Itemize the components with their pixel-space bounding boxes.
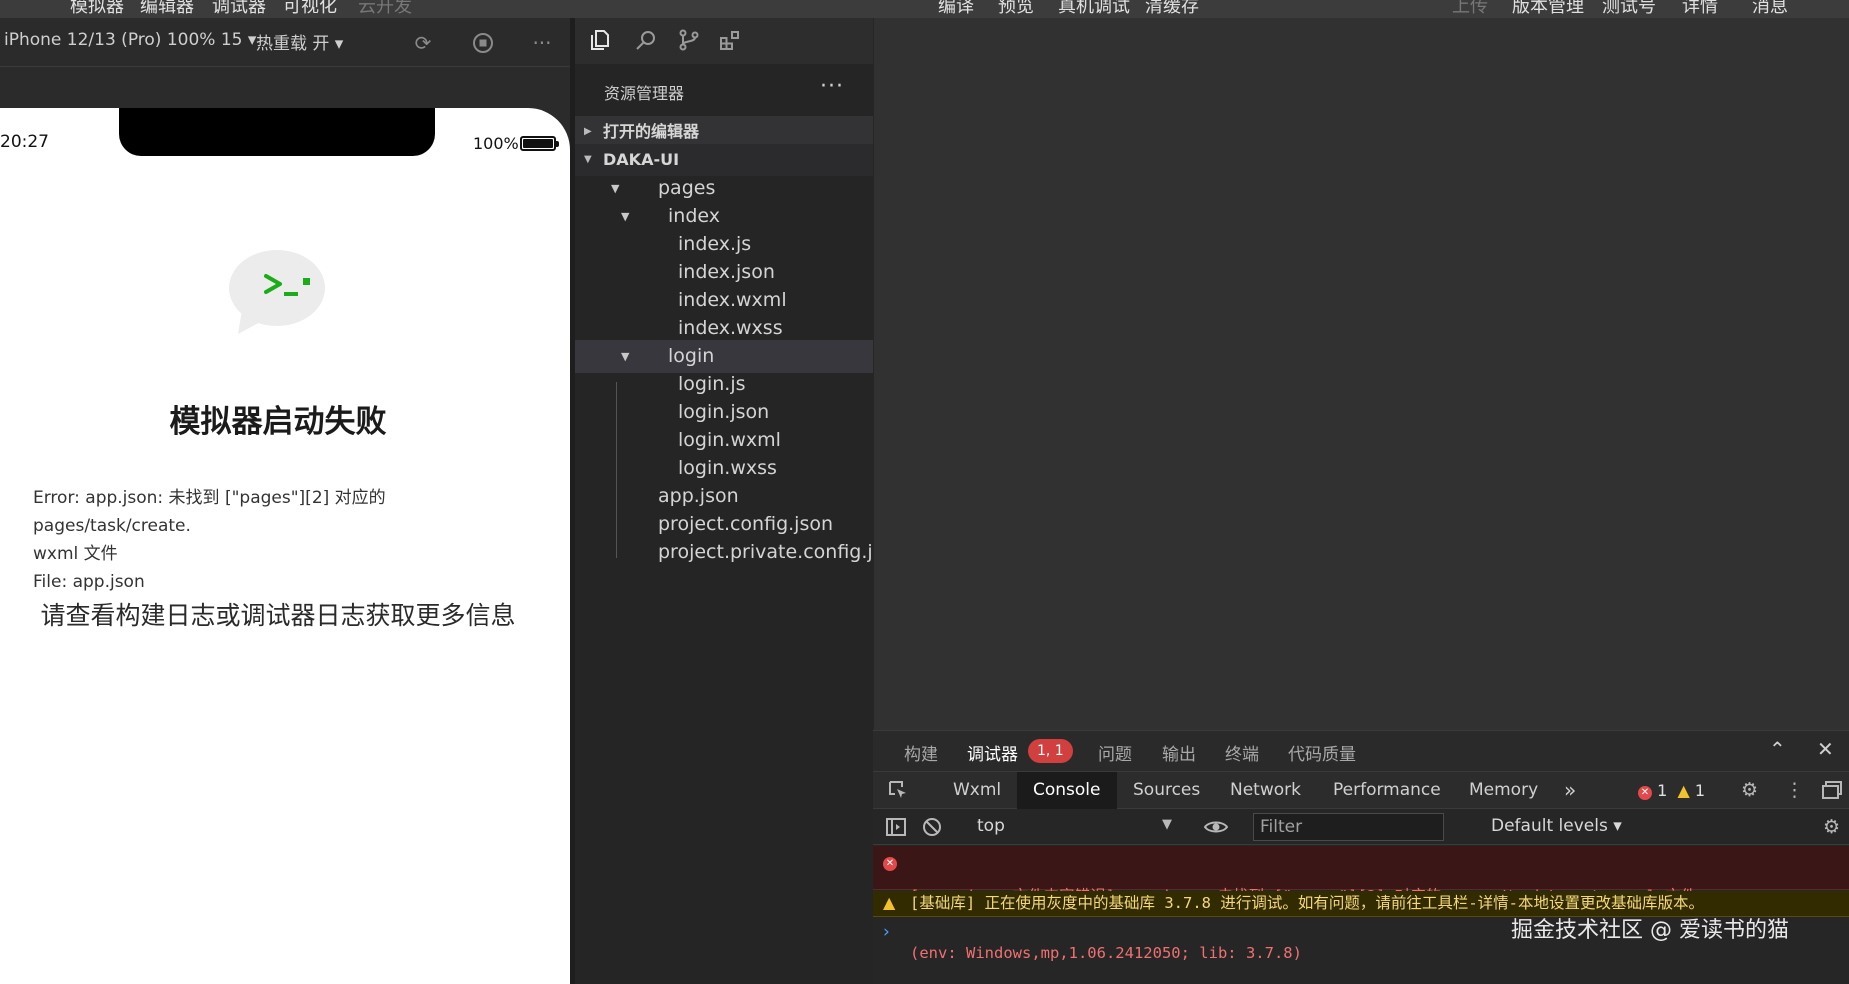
tab-sources[interactable]: Sources bbox=[1133, 772, 1200, 809]
context-select[interactable]: top bbox=[977, 816, 1005, 836]
tab-memory[interactable]: Memory bbox=[1469, 772, 1538, 809]
real-device-debug-button[interactable]: 真机调试 bbox=[1058, 0, 1130, 18]
status-time: 20:27 bbox=[0, 132, 49, 152]
close-icon[interactable]: ✕ bbox=[1817, 737, 1834, 761]
menu-cloud[interactable]: 云开发 bbox=[358, 0, 412, 18]
error-message-line: (env: Windows,mp,1.06.2412050; lib: 3.7.… bbox=[910, 944, 1302, 962]
simulator-fail-title: 模拟器启动失败 bbox=[169, 404, 387, 440]
chevron-up-icon[interactable]: ⌃ bbox=[1769, 737, 1786, 761]
extensions-icon[interactable] bbox=[717, 28, 743, 54]
simulator-pane: iPhone 12/13 (Pro) 100% 15 ▾ 热重载 开 ▾ ⟳ ·… bbox=[0, 18, 572, 984]
messages-button[interactable]: 消息 bbox=[1752, 0, 1788, 18]
explorer-header: 资源管理器 ··· bbox=[575, 72, 873, 108]
console-error-message: ✕ [ app.json 文件内容错误] app.json: 未找到 ["pag… bbox=[873, 846, 1849, 962]
warning-icon: ▲ bbox=[1677, 781, 1690, 800]
debugger-badge: 1, 1 bbox=[1028, 739, 1073, 763]
panel-tabs: 构建 调试器 1, 1 问题 输出 终端 代码质量 ⌃ ✕ bbox=[873, 731, 1849, 771]
device-select[interactable]: iPhone 12/13 (Pro) 100% 15 ▾ bbox=[4, 30, 256, 50]
console-output: ✕ [ app.json 文件内容错误] app.json: 未找到 ["pag… bbox=[873, 846, 1849, 984]
divider bbox=[0, 66, 572, 67]
tab-network[interactable]: Network bbox=[1230, 772, 1301, 809]
error-line: wxml 文件 bbox=[33, 544, 118, 564]
inspect-element-icon[interactable] bbox=[887, 779, 909, 806]
error-icon: ✕ bbox=[883, 852, 897, 871]
warning-icon: ▲ bbox=[883, 893, 896, 912]
tab-performance[interactable]: Performance bbox=[1333, 772, 1441, 809]
error-line: Error: app.json: 未找到 ["pages"][2] 对应的 pa… bbox=[33, 488, 386, 536]
hot-reload-toggle[interactable]: 热重载 开 ▾ bbox=[256, 29, 343, 54]
tab-wxml[interactable]: Wxml bbox=[953, 772, 1001, 809]
console-toolbar: top ▼ Default levels ▾ ⚙ bbox=[873, 809, 1849, 845]
tab-code-quality[interactable]: 代码质量 bbox=[1288, 740, 1356, 765]
caret-down-icon[interactable]: ▼ bbox=[1162, 817, 1172, 832]
simulator-error-text: Error: app.json: 未找到 ["pages"][2] 对应的 pa… bbox=[33, 484, 543, 596]
tree-file[interactable]: project.private.config.js... bbox=[575, 536, 873, 569]
tab-console[interactable]: Console bbox=[1017, 772, 1117, 809]
bottom-panel: 构建 调试器 1, 1 问题 输出 终端 代码质量 ⌃ ✕ Wxml Conso… bbox=[873, 730, 1849, 984]
top-menu-bar: 模拟器 编辑器 调试器 可视化 云开发 编译 预览 真机调试 清缓存 上传 版本… bbox=[0, 0, 1849, 18]
menu-simulator[interactable]: 模拟器 bbox=[70, 0, 124, 18]
more-tabs-icon[interactable]: » bbox=[1564, 772, 1576, 809]
tab-problems[interactable]: 问题 bbox=[1098, 740, 1132, 765]
log-levels-select[interactable]: Default levels ▾ bbox=[1491, 816, 1622, 836]
error-icon: ✕ bbox=[1638, 786, 1652, 800]
chat-bubble-error-icon bbox=[229, 250, 325, 334]
watermark-text: 掘金技术社区 @ 爱读书的猫 bbox=[1511, 918, 1789, 943]
stop-icon[interactable] bbox=[472, 32, 494, 54]
version-button[interactable]: 版本管理 bbox=[1512, 0, 1584, 18]
more-icon[interactable]: ··· bbox=[531, 32, 553, 54]
battery-icon bbox=[520, 136, 559, 151]
preview-button[interactable]: 预览 bbox=[998, 0, 1034, 18]
details-button[interactable]: 详情 bbox=[1682, 0, 1718, 18]
eye-icon[interactable] bbox=[1203, 816, 1229, 843]
editor-area[interactable] bbox=[873, 18, 1849, 730]
warning-message-line: [基础库] 正在使用灰度中的基础库 3.7.8 进行调试。如有问题，请前往工具栏… bbox=[910, 894, 1704, 912]
phone-notch bbox=[119, 108, 435, 156]
simulator-hint: 请查看构建日志或调试器日志获取更多信息 bbox=[40, 601, 516, 630]
devtools-tabs: Wxml Console Sources Network Performance… bbox=[873, 771, 1849, 809]
tab-build[interactable]: 构建 bbox=[904, 740, 938, 765]
clear-console-icon[interactable] bbox=[921, 816, 943, 843]
warning-count: 1 bbox=[1694, 781, 1706, 800]
menu-editor[interactable]: 编辑器 bbox=[140, 0, 194, 18]
sidebar-toggle-icon[interactable] bbox=[885, 816, 907, 843]
explorer-title: 资源管理器 bbox=[604, 84, 685, 103]
tab-debugger[interactable]: 调试器 bbox=[967, 740, 1018, 765]
dock-icon[interactable] bbox=[1821, 779, 1843, 806]
error-count: 1 bbox=[1657, 781, 1668, 800]
kebab-menu-icon[interactable]: ⋮ bbox=[1785, 779, 1804, 801]
tab-terminal[interactable]: 终端 bbox=[1225, 740, 1259, 765]
refresh-icon[interactable]: ⟳ bbox=[412, 32, 434, 54]
gear-icon[interactable]: ⚙ bbox=[1741, 779, 1758, 801]
source-control-icon[interactable] bbox=[676, 28, 702, 54]
files-icon[interactable] bbox=[587, 28, 613, 54]
explorer-pane: 资源管理器 ··· ▶ 打开的编辑器 ▼ DAKA-UI ▼ pages ▼ i… bbox=[575, 18, 873, 984]
more-icon[interactable]: ··· bbox=[820, 74, 844, 99]
issue-counter[interactable]: ✕ 1 ▲ 1 bbox=[1638, 781, 1705, 800]
clear-cache-button[interactable]: 清缓存 bbox=[1145, 0, 1199, 18]
battery-percent: 100% bbox=[473, 134, 519, 153]
phone-screen[interactable]: 20:27 100% 模拟器启动失败 Error: app.json: 未找到 … bbox=[0, 108, 570, 984]
upload-button[interactable]: 上传 bbox=[1452, 0, 1488, 18]
tab-output[interactable]: 输出 bbox=[1162, 740, 1196, 765]
error-file: File: app.json bbox=[33, 572, 145, 592]
activity-bar bbox=[575, 18, 873, 64]
console-filter-input[interactable] bbox=[1253, 813, 1444, 841]
gear-icon[interactable]: ⚙ bbox=[1823, 816, 1840, 838]
test-account-button[interactable]: 测试号 bbox=[1602, 0, 1656, 18]
menu-visual[interactable]: 可视化 bbox=[283, 0, 337, 18]
menu-debugger[interactable]: 调试器 bbox=[212, 0, 266, 18]
simulator-toolbar: iPhone 12/13 (Pro) 100% 15 ▾ 热重载 开 ▾ ⟳ ·… bbox=[0, 18, 572, 66]
search-icon[interactable] bbox=[633, 28, 659, 54]
compile-button[interactable]: 编译 bbox=[938, 0, 974, 18]
console-prompt-icon[interactable]: › bbox=[883, 922, 890, 942]
